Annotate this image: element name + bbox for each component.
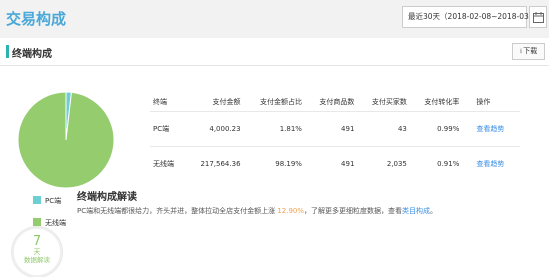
interpretation-title: 终端构成解读 xyxy=(77,192,137,203)
calendar-button[interactable] xyxy=(529,6,547,28)
cell-terminal: 无线端 xyxy=(150,145,185,181)
data-interpretation-badge: 7 天 数据解读 xyxy=(12,227,62,277)
section-accent-bar xyxy=(6,45,9,58)
cell-action: 查看趋势 xyxy=(462,145,520,181)
table-row: 无线端 217,564.36 98.19% 491 2,035 0.91% 查看… xyxy=(150,145,520,181)
cell-share: 1.81% xyxy=(243,110,305,146)
cell-buyers: 43 xyxy=(357,110,410,146)
cell-amount: 217,564.36 xyxy=(184,145,244,181)
interpretation-text-middle: ，了解更多更细粒度数据，查看 xyxy=(304,207,403,215)
pie-slice-1[interactable] xyxy=(17,91,115,189)
legend-item-pc[interactable]: PC端 xyxy=(33,196,61,206)
badge-label: 数据解读 xyxy=(24,256,50,264)
date-range-selector[interactable]: 最近30天（2018-02-08~2018-03-09） xyxy=(402,6,549,28)
legend-label-pc: PC端 xyxy=(45,197,62,205)
table-row: PC端 4,000.23 1.81% 491 43 0.99% 查看趋势 xyxy=(150,110,520,146)
calendar-icon xyxy=(533,12,544,23)
interpretation-text-before: PC端和无线端都很给力，齐头并进，整体拉动全店支付金额上涨 xyxy=(77,207,276,215)
cell-action: 查看趋势 xyxy=(462,110,520,146)
cell-conversion: 0.99% xyxy=(409,110,463,146)
cell-items: 491 xyxy=(304,145,358,181)
interpretation-text: PC端和无线端都很给力，齐头并进，整体拉动全店支付金额上涨 12.90%，了解更… xyxy=(77,206,437,216)
interpretation-highlight: 12.90% xyxy=(277,207,305,215)
top-bar: 交易构成 最近30天（2018-02-08~2018-03-09） xyxy=(0,0,549,36)
terminal-composition-card: 终端构成 ⭳下载 PC端 无线端 终端 支付金额 支付金额占比 支付商品数 支付… xyxy=(0,38,549,277)
cell-share: 98.19% xyxy=(243,145,305,181)
cell-items: 491 xyxy=(304,110,358,146)
interpretation-text-after: 。 xyxy=(430,207,438,215)
col-buyers: 支付买家数 xyxy=(371,97,407,106)
col-conversion: 支付转化率 xyxy=(424,97,460,106)
badge-number: 7 xyxy=(32,234,42,249)
cell-conversion: 0.91% xyxy=(409,145,463,181)
view-trend-link-pc[interactable]: 查看趋势 xyxy=(476,125,504,133)
table-header-row: 终端 支付金额 支付金额占比 支付商品数 支付买家数 支付转化率 操作 xyxy=(150,93,520,111)
col-terminal: 终端 xyxy=(153,97,167,106)
terminal-table: 终端 支付金额 支付金额占比 支付商品数 支付买家数 支付转化率 操作 PC端 … xyxy=(150,93,520,181)
col-action: 操作 xyxy=(476,97,491,106)
section-header: 终端构成 ⭳下载 xyxy=(0,38,549,66)
download-label: 下载 xyxy=(523,47,538,55)
legend-swatch-pc xyxy=(33,196,41,204)
badge-unit: 天 xyxy=(33,248,41,256)
col-amount: 支付金额 xyxy=(212,97,241,106)
download-icon: ⭳ xyxy=(519,47,523,55)
download-button[interactable]: ⭳下载 xyxy=(512,43,545,60)
cell-terminal: PC端 xyxy=(150,110,185,146)
category-composition-link[interactable]: 类目构成 xyxy=(402,207,430,215)
cell-amount: 4,000.23 xyxy=(184,110,244,146)
legend-label-wireless: 无线端 xyxy=(45,219,66,227)
pie-chart-svg xyxy=(17,91,115,189)
col-items: 支付商品数 xyxy=(319,97,355,106)
pie-chart xyxy=(17,91,115,193)
page-title: 交易构成 xyxy=(6,10,67,28)
section-title: 终端构成 xyxy=(12,49,52,60)
legend-swatch-wireless xyxy=(33,218,41,226)
col-share: 支付金额占比 xyxy=(259,97,302,106)
cell-buyers: 2,035 xyxy=(357,145,410,181)
view-trend-link-wireless[interactable]: 查看趋势 xyxy=(476,160,504,168)
